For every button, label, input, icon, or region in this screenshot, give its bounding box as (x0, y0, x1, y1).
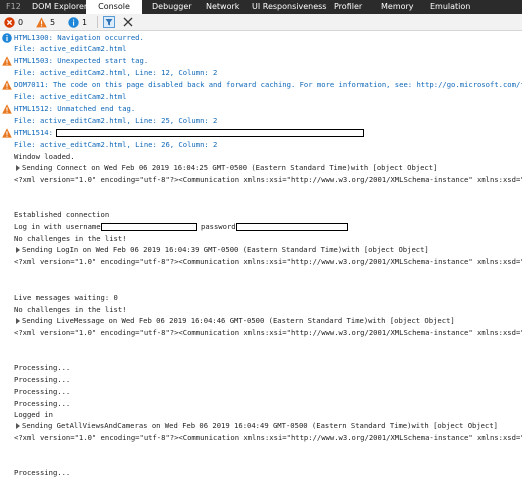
log-line: <?xml version="1.0" encoding="utf-8"?><C… (14, 175, 522, 184)
expand-arrow-icon[interactable] (16, 165, 20, 171)
console-output: HTML1300: Navigation occurred. File: act… (0, 31, 522, 480)
console-message: DOM7011: The code on this page disabled … (14, 80, 522, 89)
log-line: Sending GetAllViewsAndCameras on Wed Feb… (22, 421, 498, 430)
expand-arrow-icon[interactable] (16, 318, 20, 324)
log-line: Processing... (14, 387, 71, 396)
warning-icon (2, 80, 12, 90)
tab-ui-responsiveness[interactable]: UI Responsiveness (252, 0, 326, 14)
console-message: HTML1300: Navigation occurred. (14, 33, 144, 42)
warning-icon (2, 56, 12, 66)
tab-f12[interactable]: F12 (6, 0, 21, 14)
tab-dom-explorer[interactable]: DOM Explorer (32, 0, 87, 14)
log-line: Sending LiveMessage on Wed Feb 06 2019 1… (22, 316, 455, 325)
log-line: No challenges in the list! (14, 305, 127, 314)
file-link[interactable]: File: active_editCam2.html, Line: 12, Co… (14, 67, 217, 78)
console-message: HTML1514: (14, 128, 53, 137)
expand-arrow-icon[interactable] (16, 247, 20, 253)
tab-emulation[interactable]: Emulation (430, 0, 470, 14)
info-count: 1 (82, 18, 88, 27)
log-line: Processing... (14, 375, 71, 384)
toolbar-divider (97, 16, 98, 28)
file-link[interactable]: File: active_editCam2.html (14, 91, 127, 102)
log-line: No challenges in the list! (14, 234, 127, 243)
clear-icon (123, 17, 133, 27)
log-line: Sending LogIn on Wed Feb 06 2019 16:04:3… (22, 245, 429, 254)
console-message: HTML1503: Unexpected start tag. (14, 56, 149, 65)
redacted-box (56, 129, 364, 137)
warning-icon (36, 17, 47, 28)
devtools-tab-bar: F12 DOM Explorer Console Debugger Networ… (0, 0, 522, 14)
clear-console-button[interactable] (121, 15, 135, 29)
expand-arrow-icon[interactable] (16, 423, 20, 429)
log-line: Established connection (14, 210, 110, 219)
warning-icon (2, 128, 12, 138)
file-link[interactable]: File: active_editCam2.html, Line: 25, Co… (14, 115, 217, 126)
password-label: password (201, 222, 236, 231)
file-link[interactable]: File: active_editCam2.html, Line: 26, Co… (14, 139, 217, 150)
filter-button[interactable] (101, 15, 117, 29)
log-line: <?xml version="1.0" encoding="utf-8"?><C… (14, 328, 522, 337)
tab-memory[interactable]: Memory (381, 0, 414, 14)
info-icon (2, 33, 12, 43)
info-filter-button[interactable]: 1 (66, 15, 94, 29)
console-toolbar: 0 5 1 (0, 14, 522, 31)
error-icon (4, 17, 15, 28)
log-line: Sending Connect on Wed Feb 06 2019 16:04… (22, 163, 438, 172)
warnings-filter-button[interactable]: 5 (34, 15, 62, 29)
file-link[interactable]: File: active_editCam2.html (14, 43, 127, 54)
log-line: Processing... (14, 363, 71, 372)
console-message: HTML1512: Unmatched end tag. (14, 104, 136, 113)
tab-console[interactable]: Console (86, 0, 142, 14)
tab-profiler[interactable]: Profiler (334, 0, 362, 14)
errors-filter-button[interactable]: 0 (2, 15, 30, 29)
filter-icon (103, 16, 115, 28)
info-icon (68, 17, 79, 28)
log-line: <?xml version="1.0" encoding="utf-8"?><C… (14, 433, 522, 442)
error-count: 0 (18, 18, 24, 27)
log-line: Log in with username (14, 222, 101, 231)
warning-icon (2, 104, 12, 114)
log-line: Window loaded. (14, 152, 75, 161)
log-line: Logged in (14, 410, 53, 419)
log-line: Live messages waiting: 0 (14, 293, 118, 302)
tab-network[interactable]: Network (206, 0, 239, 14)
redacted-username (101, 223, 197, 231)
tab-debugger[interactable]: Debugger (152, 0, 192, 14)
log-line: Processing... (14, 468, 71, 477)
log-line: <?xml version="1.0" encoding="utf-8"?><C… (14, 257, 522, 266)
warning-count: 5 (50, 18, 56, 27)
redacted-password (236, 223, 348, 231)
log-line: Processing... (14, 399, 71, 408)
